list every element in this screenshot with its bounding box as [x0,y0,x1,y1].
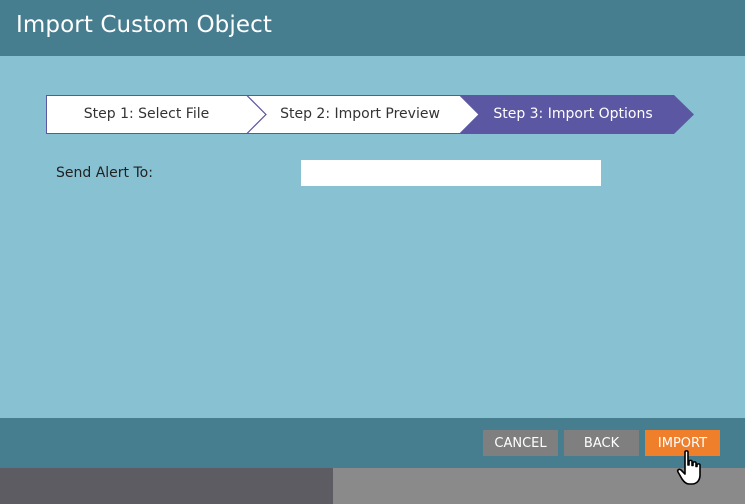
step-2-label[interactable]: Step 2: Import Preview [266,95,454,134]
step-wizard: Step 1: Select File Step 2: Import Previ… [46,95,694,134]
back-button[interactable]: BACK [564,430,639,456]
send-alert-row: Send Alert To: [56,160,606,186]
dialog-titlebar: Import Custom Object [0,0,745,56]
send-alert-input[interactable] [301,160,601,186]
dialog-footer: CANCEL BACK IMPORT [0,418,745,468]
step-1-label[interactable]: Step 1: Select File [46,95,247,134]
step-3-label[interactable]: Step 3: Import Options [479,95,667,134]
dialog-title: Import Custom Object [16,12,272,38]
send-alert-label: Send Alert To: [56,165,153,181]
hand-pointer-icon [676,450,701,485]
cancel-button[interactable]: CANCEL [483,430,558,456]
import-dialog: Import Custom Object Step 1: Select File… [0,0,745,468]
